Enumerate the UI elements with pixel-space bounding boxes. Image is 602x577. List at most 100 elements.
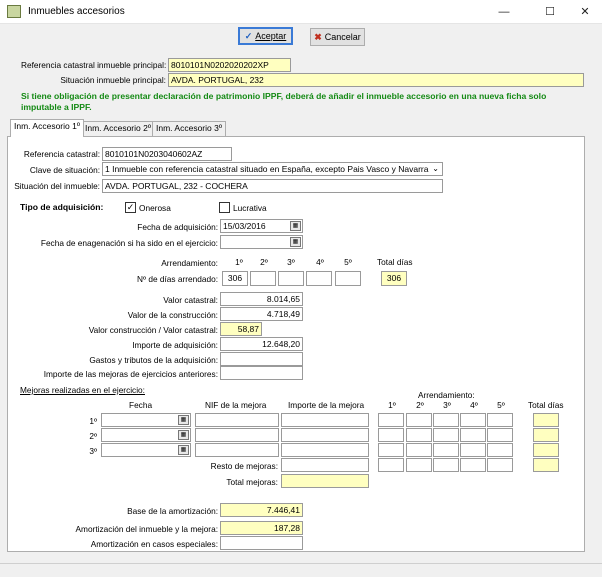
mejora-3-arrend-3[interactable]	[433, 443, 459, 457]
resto-arrend-2[interactable]	[406, 458, 432, 472]
mejora-2-arrend-4[interactable]	[460, 428, 486, 442]
resto-arrend-4[interactable]	[460, 458, 486, 472]
mejoras-col-importe: Importe de la mejora	[288, 400, 365, 410]
resto-arrend-5[interactable]	[487, 458, 513, 472]
mejora-1-fecha[interactable]: ▦	[101, 413, 191, 427]
importe-adquisicion-field[interactable]: 12.648,20	[220, 337, 303, 351]
mejoras-col-fecha: Fecha	[129, 400, 153, 410]
mejoras-arrend-col-4: 4º	[470, 400, 478, 410]
amortizacion-especiales-field[interactable]	[220, 536, 303, 550]
arrend-col-2: 2º	[260, 257, 268, 267]
cancel-button[interactable]: ✖ Cancelar	[310, 28, 365, 46]
arrend-col-1: 1º	[235, 257, 243, 267]
mejoras-anteriores-label: Importe de las mejoras de ejercicios ant…	[43, 369, 218, 379]
lucrativa-checkbox[interactable]	[219, 202, 230, 213]
mejora-2-importe[interactable]	[281, 428, 369, 442]
situacion-label: Situación del inmueble:	[14, 181, 100, 191]
calendar-icon[interactable]: ▦	[178, 415, 189, 425]
check-icon: ✓	[126, 202, 135, 212]
situacion-field[interactable]: AVDA. PORTUGAL, 232 - COCHERA	[102, 179, 443, 193]
ref-principal-field[interactable]: 8010101N0202020202XP	[168, 58, 291, 72]
onerosa-checkbox[interactable]: ✓	[125, 202, 136, 213]
resto-mejoras-importe[interactable]	[281, 458, 369, 472]
mejoras-arrend-col-2: 2º	[416, 400, 424, 410]
dias-4-field[interactable]	[306, 271, 332, 286]
mejora-2-fecha[interactable]: ▦	[101, 428, 191, 442]
minimize-icon[interactable]: —	[484, 0, 524, 24]
lucrativa-label: Lucrativa	[233, 203, 267, 213]
amortizacion-field: 187,28	[220, 521, 303, 535]
mejora-1-arrend-2[interactable]	[406, 413, 432, 427]
clave-situacion-label: Clave de situación:	[29, 165, 100, 175]
sit-principal-field[interactable]: AVDA. PORTUGAL, 232	[168, 73, 584, 87]
clave-situacion-select[interactable]: 1 Inmueble con referencia catastral situ…	[102, 162, 443, 176]
mejora-1-nif[interactable]	[195, 413, 279, 427]
mejora-3-arrend-4[interactable]	[460, 443, 486, 457]
tab-accesorio-1[interactable]: Inm. Accesorio 1º	[10, 119, 84, 137]
calendar-icon[interactable]: ▦	[178, 445, 189, 455]
arrend-col-4: 4º	[316, 257, 324, 267]
mejora-2-arrend-5[interactable]	[487, 428, 513, 442]
calendar-icon[interactable]: ▦	[178, 430, 189, 440]
mejora-3-importe[interactable]	[281, 443, 369, 457]
mejora-1-importe[interactable]	[281, 413, 369, 427]
valor-construccion-field[interactable]: 4.718,49	[220, 307, 303, 321]
mejoras-arrend-col-5: 5º	[497, 400, 505, 410]
onerosa-label: Onerosa	[139, 203, 171, 213]
mejora-1-total	[533, 413, 559, 427]
total-dias-header: Total días	[377, 257, 413, 267]
title-bar: Inmuebles accesorios — ☐ ✕	[0, 0, 602, 24]
mejora-3-arrend-1[interactable]	[378, 443, 404, 457]
mejora-2-arrend-2[interactable]	[406, 428, 432, 442]
mejora-3-arrend-5[interactable]	[487, 443, 513, 457]
amortizacion-especiales-label: Amortización en casos especiales:	[90, 539, 218, 549]
mejoras-col-nif: NIF de la mejora	[205, 400, 267, 410]
tab-accesorio-2[interactable]: Inm. Accesorio 2º	[81, 121, 155, 136]
dias-1-field[interactable]: 306	[222, 271, 248, 286]
tab-accesorio-3[interactable]: Inm. Accesorio 3º	[152, 121, 226, 136]
app-icon	[7, 5, 21, 18]
resto-arrend-3[interactable]	[433, 458, 459, 472]
status-bar	[0, 563, 602, 577]
mejora-2-arrend-1[interactable]	[378, 428, 404, 442]
mejora-3-nif[interactable]	[195, 443, 279, 457]
ref-catastral-field[interactable]: 8010101N0203040602AZ	[102, 147, 232, 161]
chevron-down-icon[interactable]: ⌄	[432, 163, 439, 175]
sit-principal-label: Situación inmueble principal:	[60, 75, 166, 85]
mejora-row-1-label: 1º	[89, 416, 97, 426]
gastos-field[interactable]	[220, 352, 303, 366]
fecha-adquisicion-field[interactable]: 15/03/2016 ▦	[220, 219, 303, 233]
valor-catastral-field[interactable]: 8.014,65	[220, 292, 303, 306]
ippf-warning: Si tiene obligación de presentar declara…	[21, 91, 547, 112]
tipo-adquisicion-label: Tipo de adquisición:	[20, 202, 104, 212]
mejoras-anteriores-field[interactable]	[220, 366, 303, 380]
close-icon[interactable]: ✕	[565, 0, 602, 24]
mejora-1-arrend-5[interactable]	[487, 413, 513, 427]
mejora-row-3-label: 3º	[89, 446, 97, 456]
arrendamiento-label: Arrendamiento:	[161, 258, 218, 268]
maximize-icon[interactable]: ☐	[530, 0, 570, 24]
mejora-3-arrend-2[interactable]	[406, 443, 432, 457]
calendar-icon[interactable]: ▦	[290, 221, 301, 231]
mejora-1-arrend-1[interactable]	[378, 413, 404, 427]
dias-3-field[interactable]	[278, 271, 304, 286]
calendar-icon[interactable]: ▦	[290, 237, 301, 247]
fecha-enajenacion-label: Fecha de enagenación si ha sido en el ej…	[40, 238, 218, 248]
clave-situacion-value: 1 Inmueble con referencia catastral situ…	[105, 164, 429, 174]
mejora-3-fecha[interactable]: ▦	[101, 443, 191, 457]
dias-total-field: 306	[381, 271, 407, 286]
mejora-2-nif[interactable]	[195, 428, 279, 442]
resto-total	[533, 458, 559, 472]
resto-arrend-1[interactable]	[378, 458, 404, 472]
dias-5-field[interactable]	[335, 271, 361, 286]
dias-2-field[interactable]	[250, 271, 276, 286]
accept-button[interactable]: ✓ Aceptar	[238, 27, 293, 45]
fecha-adquisicion-label: Fecha de adquisición:	[137, 222, 218, 232]
cancel-icon: ✖	[314, 31, 322, 42]
mejora-2-arrend-3[interactable]	[433, 428, 459, 442]
valor-catastral-label: Valor catastral:	[163, 295, 218, 305]
fecha-enajenacion-field[interactable]: ▦	[220, 235, 303, 249]
mejora-1-arrend-3[interactable]	[433, 413, 459, 427]
mejora-1-arrend-4[interactable]	[460, 413, 486, 427]
mejoras-arrend-col-3: 3º	[443, 400, 451, 410]
